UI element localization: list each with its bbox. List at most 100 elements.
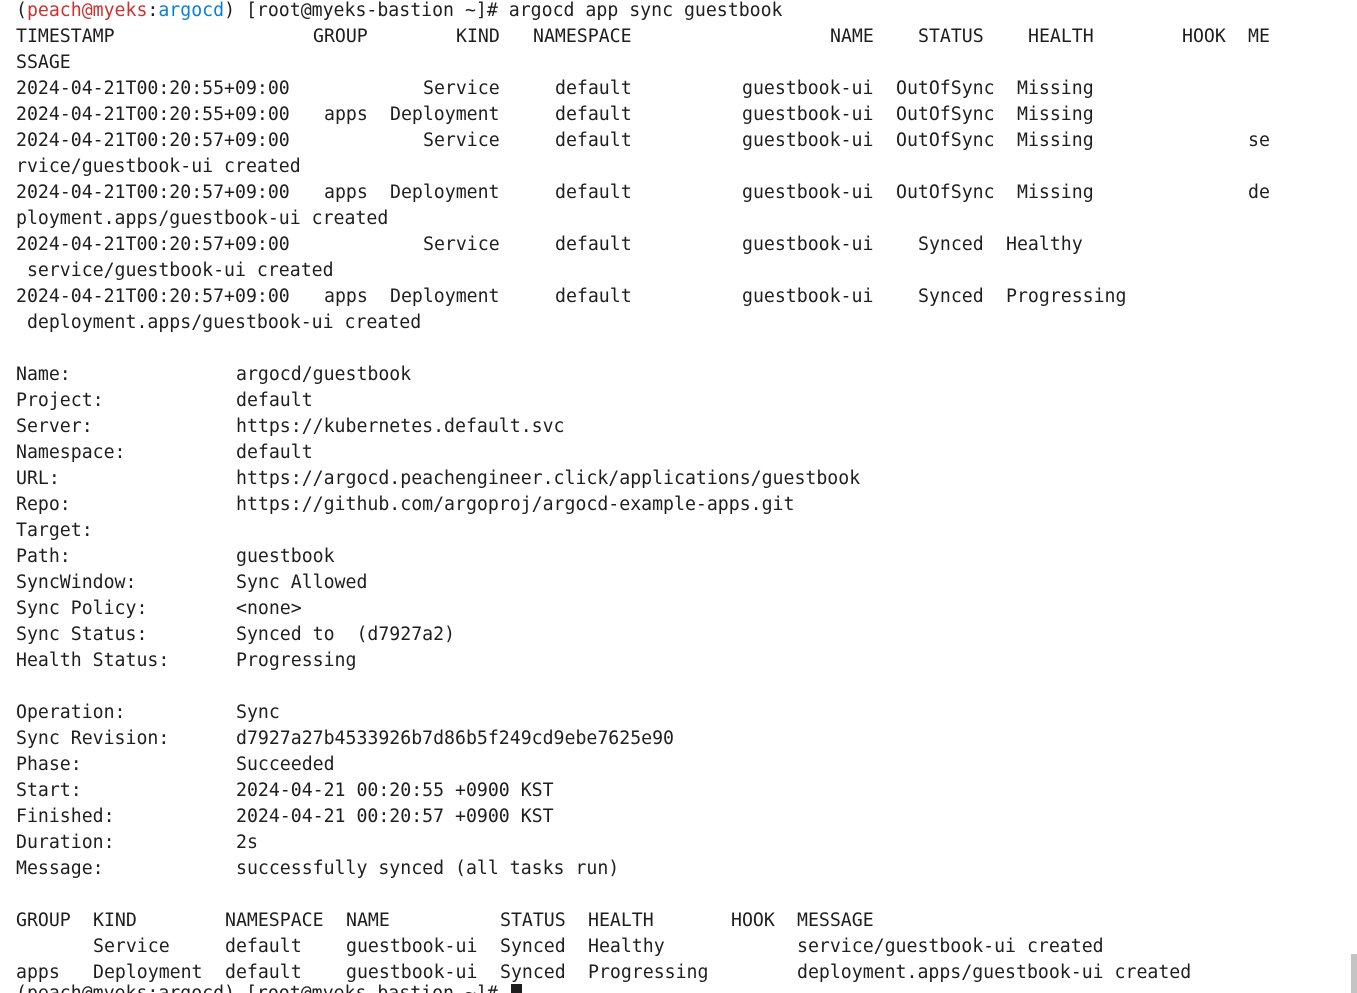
row-name: guestbook-ui <box>742 182 874 203</box>
info-value: guestbook <box>236 546 335 567</box>
result-message: deployment.apps/guestbook-ui created <box>797 962 1192 983</box>
next-prompt-line: (peach@myeks:argocd) [root@myeks-bastion… <box>16 981 509 993</box>
result-header-group: GROUP <box>16 910 71 931</box>
info-label: SyncWindow: <box>16 572 137 593</box>
sync-log-header-group: GROUP <box>313 26 368 47</box>
sync-log-header-name: NAME <box>830 26 874 47</box>
info-label: Target: <box>16 520 93 541</box>
result-namespace: default <box>225 936 302 957</box>
prompt-user: peach@myeks <box>26 0 148 21</box>
op-label: Start: <box>16 780 82 801</box>
row-timestamp: 2024-04-21T00:20:57+09:00 <box>16 286 290 307</box>
row-name: guestbook-ui <box>742 78 874 99</box>
terminal-cursor <box>511 984 522 993</box>
row-status: OutOfSync <box>896 182 995 203</box>
row-group: apps <box>324 286 368 307</box>
result-header-namespace: NAMESPACE <box>225 910 324 931</box>
op-value: Succeeded <box>236 754 335 775</box>
row-health: Healthy <box>1006 234 1083 255</box>
info-value: Progressing <box>236 650 357 671</box>
prompt-rest: ) [root@myeks-bastion ~]# <box>224 0 509 21</box>
op-label: Duration: <box>16 832 115 853</box>
info-label: Project: <box>16 390 104 411</box>
row-message-wrap: service/guestbook-ui created <box>16 260 334 281</box>
row-message-wrap: rvice/guestbook-ui created <box>16 156 301 177</box>
row-name: guestbook-ui <box>742 286 874 307</box>
row-kind: Deployment <box>390 182 500 203</box>
result-header-health: HEALTH <box>588 910 654 931</box>
row-namespace: default <box>555 234 632 255</box>
row-message-wrap: deployment.apps/guestbook-ui created <box>16 312 422 333</box>
sync-log-header-kind: KIND <box>456 26 500 47</box>
op-value: successfully synced (all tasks run) <box>236 858 620 879</box>
row-kind: Deployment <box>390 104 500 125</box>
next-prompt-text: (peach@myeks:argocd) [root@myeks-bastion… <box>16 983 509 993</box>
row-timestamp: 2024-04-21T00:20:57+09:00 <box>16 130 290 151</box>
row-namespace: default <box>555 286 632 307</box>
info-label: Health Status: <box>16 650 170 671</box>
info-value-link[interactable]: https://github.com/argoproj/argocd-examp… <box>236 492 794 518</box>
result-message: service/guestbook-ui created <box>797 936 1104 957</box>
op-label: Sync Revision: <box>16 728 170 749</box>
scrollbar-thumb[interactable] <box>1351 954 1357 993</box>
terminal-window[interactable]: (peach@myeks:argocd) [root@myeks-bastion… <box>0 0 1357 993</box>
row-namespace: default <box>555 104 632 125</box>
info-value-link[interactable]: https://argocd.peachengineer.click/appli… <box>236 466 860 492</box>
op-label: Phase: <box>16 754 82 775</box>
result-header-message: MESSAGE <box>797 910 874 931</box>
info-label: Path: <box>16 546 71 567</box>
row-name: guestbook-ui <box>742 130 874 151</box>
row-kind: Service <box>423 78 500 99</box>
row-status: OutOfSync <box>896 78 995 99</box>
row-timestamp: 2024-04-21T00:20:57+09:00 <box>16 182 290 203</box>
sync-log-header-wrap: SSAGE <box>16 52 71 73</box>
result-kind: Service <box>93 936 170 957</box>
prompt-open-paren: ( <box>16 0 27 21</box>
row-status: OutOfSync <box>896 104 995 125</box>
row-group: apps <box>324 104 368 125</box>
row-status: Synced <box>918 286 984 307</box>
op-label: Operation: <box>16 702 126 723</box>
row-timestamp: 2024-04-21T00:20:55+09:00 <box>16 78 290 99</box>
row-message-wrap: ployment.apps/guestbook-ui created <box>16 208 389 229</box>
info-label: Server: <box>16 416 93 437</box>
sync-log-header-timestamp: TIMESTAMP <box>16 26 115 47</box>
info-value: Sync Allowed <box>236 572 368 593</box>
row-namespace: default <box>555 78 632 99</box>
row-health: Missing <box>1017 104 1094 125</box>
op-label: Finished: <box>16 806 115 827</box>
row-health: Progressing <box>1006 286 1127 307</box>
op-label: Message: <box>16 858 104 879</box>
row-name: guestbook-ui <box>742 234 874 255</box>
result-status: Synced <box>500 936 566 957</box>
info-value-link[interactable]: https://kubernetes.default.svc <box>236 414 565 440</box>
info-label: Repo: <box>16 494 71 515</box>
sync-log-header-hook: HOOK <box>1182 26 1226 47</box>
row-message: de <box>1248 182 1270 203</box>
row-name: guestbook-ui <box>742 104 874 125</box>
row-timestamp: 2024-04-21T00:20:55+09:00 <box>16 104 290 125</box>
info-value: default <box>236 390 313 411</box>
row-timestamp: 2024-04-21T00:20:57+09:00 <box>16 234 290 255</box>
row-kind: Deployment <box>390 286 500 307</box>
info-value: argocd/guestbook <box>236 364 412 385</box>
row-kind: Service <box>423 130 500 151</box>
op-value: Sync <box>236 702 280 723</box>
row-status: OutOfSync <box>896 130 995 151</box>
info-value: <none> <box>236 598 302 619</box>
row-group: apps <box>324 182 368 203</box>
sync-log-header-health: HEALTH <box>1028 26 1094 47</box>
prompt-context: argocd <box>158 0 225 21</box>
result-name: guestbook-ui <box>346 936 478 957</box>
row-namespace: default <box>555 182 632 203</box>
result-header-status: STATUS <box>500 910 566 931</box>
info-value: Synced to (d7927a2) <box>236 624 455 645</box>
info-label: Sync Policy: <box>16 598 148 619</box>
command-text: argocd app sync guestbook <box>508 0 783 21</box>
op-value: 2024-04-21 00:20:55 +0900 KST <box>236 780 554 801</box>
prompt-colon: : <box>147 0 159 21</box>
row-namespace: default <box>555 130 632 151</box>
row-status: Synced <box>918 234 984 255</box>
result-header-hook: HOOK <box>731 910 775 931</box>
row-health: Missing <box>1017 78 1094 99</box>
